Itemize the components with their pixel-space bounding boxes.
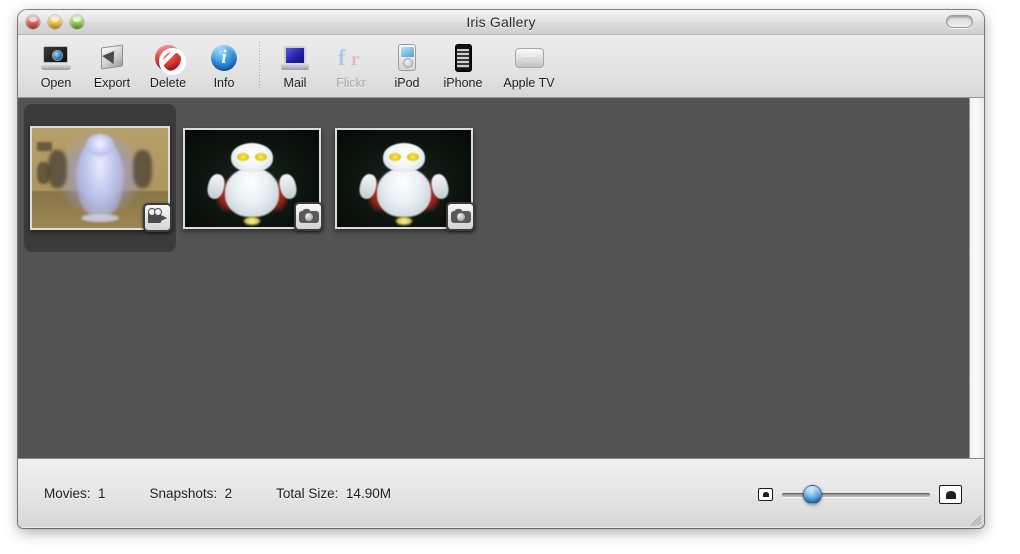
toolbar-button-info[interactable]: i Info	[196, 40, 252, 90]
thumbnail-grid	[18, 98, 969, 458]
gallery-item-snapshot-1[interactable]	[176, 104, 328, 252]
export-arrow-icon	[98, 42, 126, 73]
vertical-scrollbar[interactable]	[969, 98, 984, 458]
gallery-content-area	[18, 98, 984, 459]
toolbar-label-info: Info	[213, 76, 235, 90]
movies-label: Movies:	[44, 485, 91, 501]
toolbar-label-iphone: iPhone	[443, 76, 483, 90]
zoom-button[interactable]	[70, 15, 84, 29]
toolbar-label-mail: Mail	[283, 76, 307, 90]
thumbnail[interactable]	[183, 127, 323, 231]
still-camera-badge-icon	[446, 201, 475, 231]
small-thumbnail-icon[interactable]	[758, 488, 773, 501]
total-size: Total Size: 14.90M	[276, 486, 391, 501]
window-titlebar[interactable]: Iris Gallery	[18, 10, 984, 35]
toolbar-label-ipod: iPod	[394, 76, 420, 90]
mail-stamp-icon	[281, 42, 309, 73]
gallery-item-snapshot-2[interactable]	[328, 104, 480, 252]
window-title: Iris Gallery	[466, 14, 536, 30]
toolbar-label-flickr: Flickr	[336, 76, 366, 90]
thumbnail-size-slider[interactable]	[782, 484, 930, 504]
movies-count: Movies: 1	[44, 486, 106, 501]
movie-camera-badge-icon	[143, 203, 172, 232]
toolbar-toggle-button[interactable]	[946, 15, 973, 28]
toolbar-separator	[259, 42, 260, 90]
ipod-icon	[398, 42, 416, 73]
snapshots-label: Snapshots:	[149, 485, 218, 501]
toolbar-label-appletv: Apple TV	[503, 76, 555, 90]
minimize-button[interactable]	[48, 15, 62, 29]
toolbar-button-flickr: fr Flickr	[323, 40, 379, 91]
thumbnail[interactable]	[30, 126, 172, 232]
slider-knob[interactable]	[802, 484, 822, 504]
toolbar-button-open[interactable]: Open	[28, 40, 84, 90]
toolbar-label-open: Open	[40, 76, 72, 90]
snapshots-value: 2	[224, 485, 233, 501]
main-toolbar: Open Export Delete i Info Mail f r Flick…	[18, 35, 984, 98]
total-size-value: 14.90M	[345, 485, 391, 501]
gallery-item-movie[interactable]	[24, 104, 176, 252]
toolbar-button-delete[interactable]: Delete	[140, 40, 196, 90]
toolbar-button-ipod[interactable]: iPod	[379, 40, 435, 90]
flickr-logo-icon: fr	[338, 44, 360, 70]
toolbar-button-mail[interactable]: Mail	[267, 40, 323, 90]
thumbnail[interactable]	[335, 127, 475, 231]
window-resize-grip[interactable]	[967, 510, 982, 526]
toolbar-label-export: Export	[93, 76, 131, 90]
window-controls	[26, 15, 84, 29]
toolbar-button-iphone[interactable]: iPhone	[435, 40, 491, 90]
toolbar-label-delete: Delete	[149, 76, 187, 90]
toolbar-button-appletv[interactable]: Apple TV	[491, 40, 567, 90]
status-bar: Movies: 1 Snapshots: 2 Total Size: 14.90…	[18, 459, 984, 527]
status-counters: Movies: 1 Snapshots: 2 Total Size: 14.90…	[18, 486, 391, 501]
apple-tv-icon	[514, 42, 544, 73]
close-button[interactable]	[26, 15, 40, 29]
movies-value: 1	[98, 485, 106, 501]
total-size-label: Total Size:	[276, 485, 339, 501]
toolbar-button-export[interactable]: Export	[84, 40, 140, 90]
snapshots-count: Snapshots: 2	[150, 486, 233, 501]
large-thumbnail-icon[interactable]	[939, 485, 962, 504]
still-camera-badge-icon	[294, 201, 323, 231]
display-open-icon	[41, 42, 71, 73]
thumbnail-size-slider-group	[758, 484, 962, 504]
info-circle-icon: i	[211, 42, 237, 73]
delete-prohibit-icon	[155, 42, 186, 75]
app-window: Iris Gallery Open Export Delete i Info M…	[18, 10, 984, 528]
iphone-icon	[454, 42, 472, 73]
